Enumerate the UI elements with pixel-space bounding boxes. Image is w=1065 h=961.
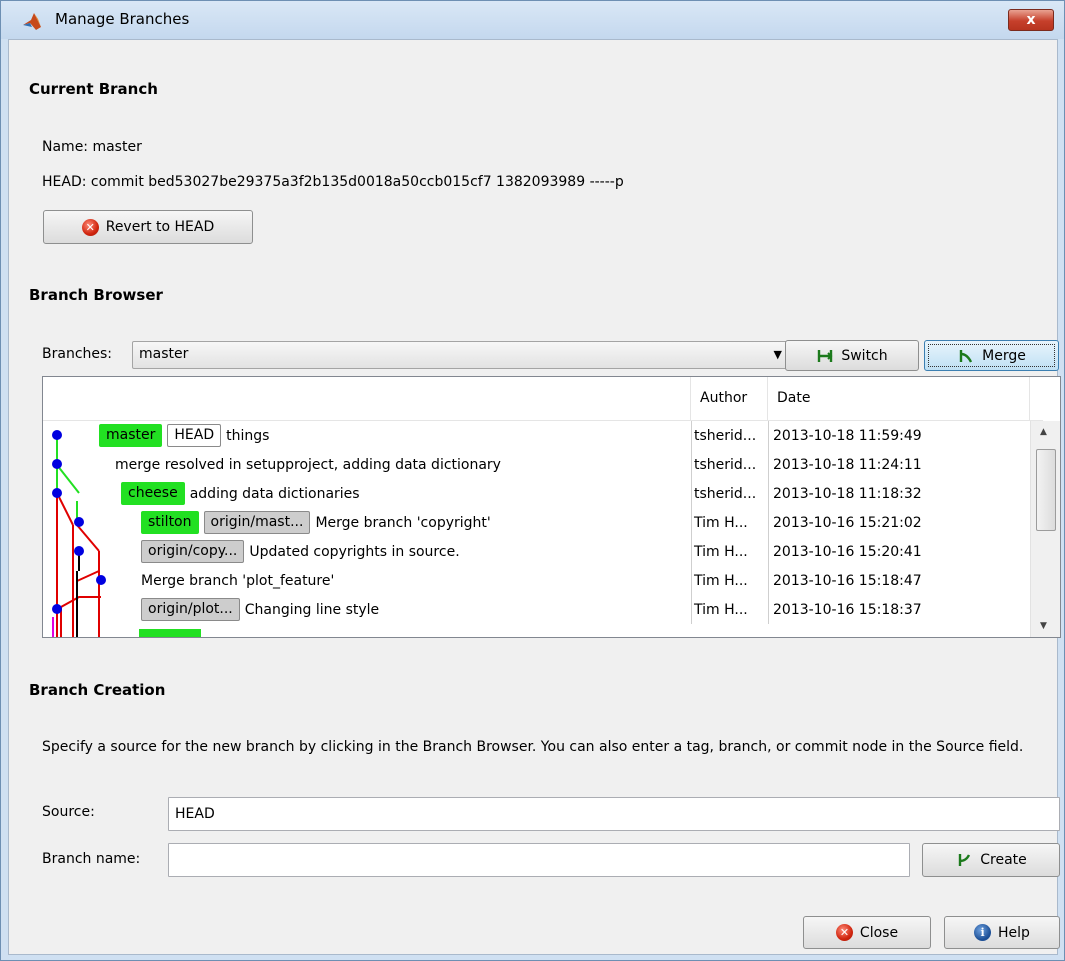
commit-message: Updated copyrights in source. [249, 543, 460, 560]
commit-message-cell: stilton origin/mast... Merge branch 'copyr… [141, 508, 491, 537]
commit-date: 2013-10-18 11:18:32 [768, 479, 1029, 508]
dialog-body: Current Branch Name: master HEAD: commit… [8, 39, 1061, 955]
merge-label: Merge [982, 347, 1026, 364]
table-row[interactable]: origin/plot... Changing line style Tim H..… [43, 595, 1029, 624]
branch-tag: origin/plot... [141, 598, 240, 621]
commit-author: Tim H... [691, 508, 768, 537]
table-row[interactable]: master HEAD things tsherid... 2013-10-18 11:… [43, 421, 1029, 450]
title-bar: Manage Branches x [1, 1, 1064, 39]
commit-author: tsherid... [691, 479, 768, 508]
branch-creation-description: Specify a source for the new branch by c… [42, 739, 1024, 755]
commit-message-cell: master HEAD things [99, 421, 269, 450]
chevron-down-icon: ▼ [773, 348, 782, 361]
commit-date: 2013-10-16 15:20:41 [768, 537, 1029, 566]
commit-message: Merge branch 'copyright' [315, 514, 491, 531]
source-input[interactable]: HEAD [168, 797, 1060, 831]
column-header-date[interactable]: Date [768, 377, 1030, 421]
commit-message-cell: Merge branch 'plot_feature' [141, 566, 334, 595]
scroll-thumb[interactable] [1036, 449, 1056, 531]
revert-to-head-label: Revert to HEAD [105, 219, 215, 235]
merge-icon [959, 349, 973, 363]
current-branch-name: Name: master [42, 139, 142, 155]
window-title: Manage Branches [55, 10, 190, 28]
manage-branches-dialog: Manage Branches x Current Branch Name: m… [0, 0, 1065, 961]
commit-message-cell: cheese adding data dictionaries [121, 479, 360, 508]
branch-name-input[interactable] [168, 843, 910, 877]
error-icon: ✕ [81, 218, 99, 236]
close-label: Close [859, 924, 899, 941]
commit-message: Merge branch 'plot_feature' [141, 572, 335, 589]
window-close-button[interactable]: x [1008, 9, 1054, 31]
info-icon: i [974, 924, 992, 941]
commit-message: things [226, 427, 270, 444]
commit-date: 2013-10-18 11:59:49 [768, 421, 1029, 450]
commit-message: adding data dictionaries [189, 485, 360, 502]
commit-date: 2013-10-16 15:18:47 [768, 566, 1029, 595]
commit-author: Tim H... [691, 537, 768, 566]
branch-tag: origin/copy... [141, 540, 245, 563]
current-branch-heading: Current Branch [29, 80, 158, 98]
commit-author: Tim H... [691, 566, 768, 595]
column-header-author[interactable]: Author [691, 377, 768, 421]
switch-icon [818, 349, 833, 362]
close-button[interactable]: ✕ Close [803, 916, 931, 949]
branch-tag: master [99, 424, 163, 447]
branches-label: Branches: [42, 346, 113, 362]
source-label: Source: [42, 804, 95, 820]
commit-author: tsherid... [691, 421, 768, 450]
matlab-logo-icon [23, 13, 41, 30]
create-button[interactable]: Create [922, 843, 1060, 877]
table-vertical-scrollbar[interactable]: ▲ ▼ [1030, 421, 1060, 637]
branch-tag: cheese [121, 482, 185, 505]
commit-message: Changing line style [244, 601, 380, 618]
commit-date: 2013-10-18 11:24:11 [768, 450, 1029, 479]
table-body: master HEAD things tsherid... 2013-10-18 11:… [43, 421, 1029, 637]
branch-browser-table[interactable]: Author Date master HEAD things tsherid..… [42, 376, 1061, 638]
branch-tag: stilton [141, 511, 199, 534]
branch-tag: HEAD [167, 424, 222, 447]
table-row[interactable]: cheese adding data dictionaries tsherid...… [43, 479, 1029, 508]
table-header: Author Date [43, 377, 1043, 421]
commit-author: tsherid... [691, 450, 768, 479]
scroll-up-arrow-icon[interactable]: ▲ [1040, 427, 1047, 437]
commit-message-cell: origin/copy... Updated copyrights in sour… [141, 537, 460, 566]
branch-tag: origin/mast... [203, 511, 311, 534]
commit-message: merge resolved in setupproject, adding d… [115, 456, 501, 473]
help-label: Help [998, 924, 1030, 941]
switch-label: Switch [841, 347, 888, 364]
branch-name-label: Branch name: [42, 851, 141, 867]
branches-dropdown-value: master [139, 346, 189, 362]
create-branch-icon [959, 854, 971, 866]
help-button[interactable]: i Help [944, 916, 1060, 949]
current-branch-head: HEAD: commit bed53027be29375a3f2b135d001… [42, 174, 624, 190]
source-input-value: HEAD [175, 806, 215, 822]
column-header-message[interactable] [43, 377, 691, 421]
create-label: Create [980, 852, 1027, 868]
table-row[interactable]: merge resolved in setupproject, adding d… [43, 450, 1029, 479]
commit-date: 2013-10-16 15:21:02 [768, 508, 1029, 537]
merge-button[interactable]: Merge [924, 340, 1059, 371]
table-row[interactable]: Merge branch 'plot_feature' Tim H... 2013-… [43, 566, 1029, 595]
branch-browser-heading: Branch Browser [29, 286, 163, 304]
close-icon: x [1026, 12, 1036, 28]
partial-tag [139, 629, 201, 637]
table-row[interactable]: stilton origin/mast... Merge branch 'copyr… [43, 508, 1029, 537]
switch-button[interactable]: Switch [785, 340, 919, 371]
scroll-down-arrow-icon[interactable]: ▼ [1040, 621, 1047, 631]
table-row[interactable]: origin/copy... Updated copyrights in sour… [43, 537, 1029, 566]
error-icon: ✕ [835, 924, 853, 941]
commit-message-cell: origin/plot... Changing line style [141, 595, 379, 624]
commit-date: 2013-10-16 15:18:37 [768, 595, 1029, 624]
commit-message-cell: merge resolved in setupproject, adding d… [115, 450, 501, 479]
commit-author: Tim H... [691, 595, 768, 624]
revert-to-head-button[interactable]: ✕ Revert to HEAD [43, 210, 253, 244]
branches-dropdown[interactable]: master ▼ [132, 341, 791, 369]
branch-creation-heading: Branch Creation [29, 681, 166, 699]
